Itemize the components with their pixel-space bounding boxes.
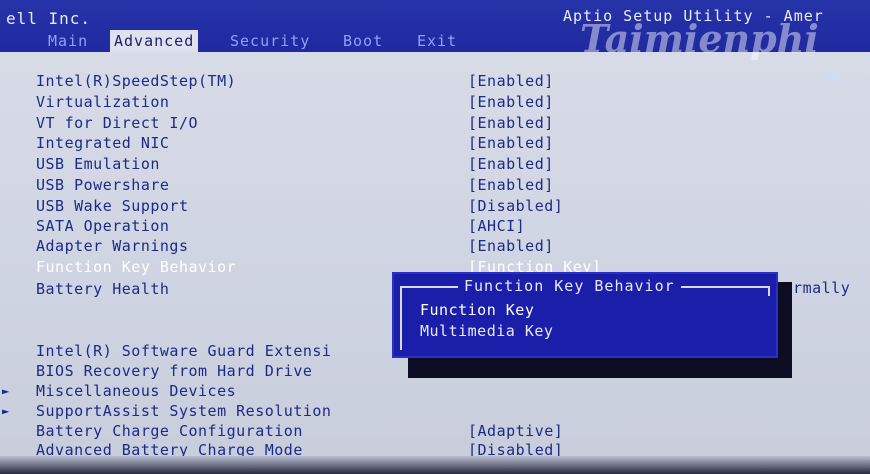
popup-frame-corner — [768, 286, 770, 296]
setting-row-integrated-nic[interactable]: Integrated NIC [Enabled] — [36, 133, 553, 153]
tab-exit[interactable]: Exit — [413, 30, 461, 52]
function-key-behavior-popup: Function Key Behavior Function Key Multi… — [392, 272, 778, 358]
setting-label: BIOS Recovery from Hard Drive — [36, 362, 313, 380]
setting-value: [Disabled] — [468, 197, 564, 215]
setting-value: [Enabled] — [468, 72, 554, 90]
setting-row-battery-charge-configuration[interactable]: Battery Charge Configuration [Adaptive] — [36, 421, 563, 441]
setting-label: Intel(R)SpeedStep(TM) — [36, 72, 237, 90]
setting-value: [Adaptive] — [468, 422, 564, 440]
setting-row-adapter-warnings[interactable]: Adapter Warnings [Enabled] — [36, 236, 553, 256]
setting-row-function-key-behavior[interactable]: Function Key Behavior [Function Key] — [36, 257, 601, 277]
watermark-suffix: .vn — [816, 67, 843, 85]
tab-advanced[interactable]: Advanced — [110, 30, 199, 52]
setting-label: Intel(R) Software Guard Extensi — [36, 342, 332, 360]
popup-option-function-key[interactable]: Function Key — [420, 300, 534, 320]
setting-label: Battery Health — [36, 280, 170, 298]
submenu-arrow-icon: ► — [2, 384, 10, 398]
setting-value: [Enabled] — [468, 176, 554, 194]
setting-label: USB Powershare — [36, 176, 170, 194]
setting-row-usb-powershare[interactable]: USB Powershare [Enabled] — [36, 175, 553, 195]
setting-row-usb-emulation[interactable]: USB Emulation [Enabled] — [36, 154, 553, 174]
setting-value: [Enabled] — [468, 114, 554, 132]
tab-boot[interactable]: Boot — [339, 30, 387, 52]
submenu-arrow-icon: ► — [2, 404, 10, 418]
setting-value: [AHCI] — [468, 217, 526, 235]
setting-value: [Enabled] — [468, 134, 554, 152]
popup-option-multimedia-key[interactable]: Multimedia Key — [420, 321, 553, 341]
setting-row-vt-direct-io[interactable]: VT for Direct I/O [Enabled] — [36, 113, 553, 133]
setting-row-supportassist[interactable]: ► SupportAssist System Resolution — [2, 401, 332, 421]
setting-value: [Enabled] — [468, 93, 554, 111]
setting-row-miscellaneous-devices[interactable]: ► Miscellaneous Devices — [2, 381, 237, 401]
setting-label: SATA Operation — [36, 217, 170, 235]
setting-label: Function Key Behavior — [36, 258, 237, 276]
setting-row-bios-recovery[interactable]: BIOS Recovery from Hard Drive — [36, 361, 312, 381]
tab-security[interactable]: Security — [226, 30, 314, 52]
setting-value: [Enabled] — [468, 155, 554, 173]
setting-row-virtualization[interactable]: Virtualization [Enabled] — [36, 92, 553, 112]
setting-row-sata-operation[interactable]: SATA Operation [AHCI] — [36, 216, 525, 236]
setting-label: Integrated NIC — [36, 134, 170, 152]
setting-value: [Enabled] — [468, 237, 554, 255]
setting-label: Battery Charge Configuration — [36, 422, 303, 440]
setting-label: Adapter Warnings — [36, 237, 189, 255]
watermark-logo: Taimienphi — [580, 16, 819, 61]
setting-row-speedstep[interactable]: Intel(R)SpeedStep(TM) [Enabled] — [36, 71, 553, 91]
setting-label: USB Emulation — [36, 155, 160, 173]
setting-label: Miscellaneous Devices — [36, 382, 237, 400]
popup-title: Function Key Behavior — [458, 277, 681, 295]
setting-label: USB Wake Support — [36, 197, 189, 215]
tab-main[interactable]: Main — [44, 30, 92, 52]
screen-bottom-edge — [0, 456, 870, 474]
bios-screen: ell Inc. Aptio Setup Utility - Amer Main… — [0, 0, 870, 474]
setting-label: Virtualization — [36, 93, 170, 111]
setting-row-usb-wake-support[interactable]: USB Wake Support [Disabled] — [36, 196, 563, 216]
vendor-name: ell Inc. — [6, 9, 92, 28]
setting-row-software-guard-extensions[interactable]: Intel(R) Software Guard Extensi — [36, 341, 331, 361]
setting-row-battery-health[interactable]: Battery Health — [36, 279, 169, 299]
setting-label: VT for Direct I/O — [36, 114, 199, 132]
setting-label: SupportAssist System Resolution — [36, 402, 332, 420]
